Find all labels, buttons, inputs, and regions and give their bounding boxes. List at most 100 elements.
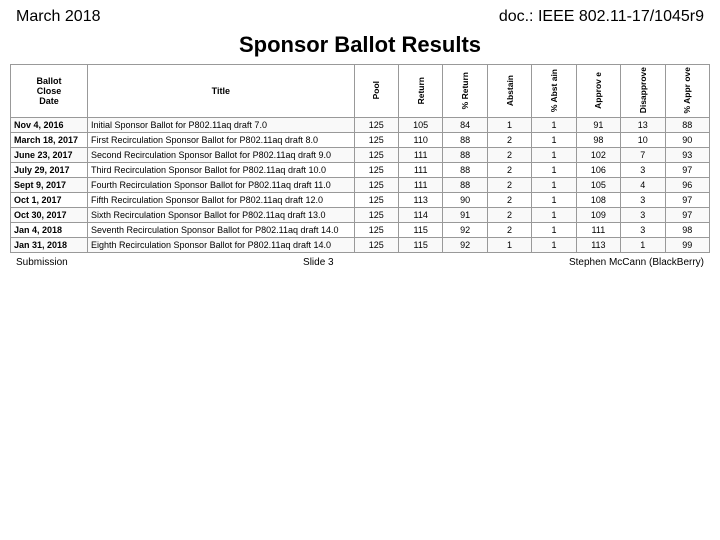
cell-pct_abstain: 1 bbox=[532, 118, 576, 133]
cell-pct_return: 91 bbox=[443, 208, 487, 223]
cell-approve: 111 bbox=[576, 223, 620, 238]
col-header-approve: Approv e bbox=[576, 65, 620, 118]
table-row: Jan 31, 2018Eighth Recirculation Sponsor… bbox=[11, 238, 710, 253]
cell-return: 115 bbox=[398, 223, 442, 238]
cell-title: First Recirculation Sponsor Ballot for P… bbox=[88, 133, 355, 148]
cell-title: Third Recirculation Sponsor Ballot for P… bbox=[88, 163, 355, 178]
cell-pct_return: 92 bbox=[443, 223, 487, 238]
cell-title: Second Recirculation Sponsor Ballot for … bbox=[88, 148, 355, 163]
cell-pct_return: 92 bbox=[443, 238, 487, 253]
cell-pct_abstain: 1 bbox=[532, 238, 576, 253]
cell-return: 111 bbox=[398, 178, 442, 193]
cell-return: 111 bbox=[398, 148, 442, 163]
cell-pct_approve: 97 bbox=[665, 163, 709, 178]
table-row: Nov 4, 2016Initial Sponsor Ballot for P8… bbox=[11, 118, 710, 133]
cell-approve: 106 bbox=[576, 163, 620, 178]
cell-pool: 125 bbox=[354, 163, 398, 178]
cell-pct_approve: 98 bbox=[665, 223, 709, 238]
col-header-pct-return: % Return bbox=[443, 65, 487, 118]
cell-pool: 125 bbox=[354, 193, 398, 208]
cell-title: Seventh Recirculation Sponsor Ballot for… bbox=[88, 223, 355, 238]
cell-disapprove: 3 bbox=[621, 193, 665, 208]
col-header-return: Return bbox=[398, 65, 442, 118]
cell-pct_return: 88 bbox=[443, 133, 487, 148]
cell-disapprove: 10 bbox=[621, 133, 665, 148]
cell-return: 111 bbox=[398, 163, 442, 178]
col-header-pct-approve: % Appr ove bbox=[665, 65, 709, 118]
table-row: Oct 30, 2017Sixth Recirculation Sponsor … bbox=[11, 208, 710, 223]
cell-disapprove: 7 bbox=[621, 148, 665, 163]
cell-approve: 109 bbox=[576, 208, 620, 223]
cell-approve: 102 bbox=[576, 148, 620, 163]
cell-pct_abstain: 1 bbox=[532, 193, 576, 208]
cell-pct_approve: 97 bbox=[665, 193, 709, 208]
col-header-pool: Pool bbox=[354, 65, 398, 118]
footer-author: Stephen McCann (BlackBerry) bbox=[569, 257, 704, 268]
cell-title: Initial Sponsor Ballot for P802.11aq dra… bbox=[88, 118, 355, 133]
cell-pct_abstain: 1 bbox=[532, 178, 576, 193]
cell-approve: 91 bbox=[576, 118, 620, 133]
cell-pct_approve: 97 bbox=[665, 208, 709, 223]
cell-disapprove: 13 bbox=[621, 118, 665, 133]
cell-disapprove: 3 bbox=[621, 163, 665, 178]
cell-abstain: 2 bbox=[487, 133, 531, 148]
cell-disapprove: 4 bbox=[621, 178, 665, 193]
cell-abstain: 1 bbox=[487, 238, 531, 253]
footer-submission: Submission bbox=[16, 257, 68, 268]
cell-return: 110 bbox=[398, 133, 442, 148]
cell-date: Oct 1, 2017 bbox=[11, 193, 88, 208]
cell-pct_approve: 96 bbox=[665, 178, 709, 193]
cell-pct_abstain: 1 bbox=[532, 163, 576, 178]
header-left: March 2018 bbox=[16, 8, 101, 26]
cell-pct_abstain: 1 bbox=[532, 133, 576, 148]
cell-title: Fifth Recirculation Sponsor Ballot for P… bbox=[88, 193, 355, 208]
cell-return: 114 bbox=[398, 208, 442, 223]
cell-abstain: 1 bbox=[487, 118, 531, 133]
table-row: June 23, 2017Second Recirculation Sponso… bbox=[11, 148, 710, 163]
cell-approve: 98 bbox=[576, 133, 620, 148]
cell-pct_approve: 88 bbox=[665, 118, 709, 133]
cell-abstain: 2 bbox=[487, 193, 531, 208]
cell-title: Fourth Recirculation Sponsor Ballot for … bbox=[88, 178, 355, 193]
table-row: Jan 4, 2018Seventh Recirculation Sponsor… bbox=[11, 223, 710, 238]
cell-pct_return: 88 bbox=[443, 148, 487, 163]
header-right: doc.: IEEE 802.11-17/1045r9 bbox=[499, 8, 704, 26]
cell-pct_return: 90 bbox=[443, 193, 487, 208]
table-wrapper: BallotCloseDate Title Pool Return % Retu… bbox=[0, 64, 720, 253]
cell-pct_approve: 90 bbox=[665, 133, 709, 148]
col-header-title: Title bbox=[88, 65, 355, 118]
cell-pct_return: 84 bbox=[443, 118, 487, 133]
cell-return: 105 bbox=[398, 118, 442, 133]
cell-pool: 125 bbox=[354, 133, 398, 148]
cell-abstain: 2 bbox=[487, 223, 531, 238]
cell-approve: 105 bbox=[576, 178, 620, 193]
cell-date: Jan 4, 2018 bbox=[11, 223, 88, 238]
cell-pool: 125 bbox=[354, 118, 398, 133]
cell-disapprove: 3 bbox=[621, 223, 665, 238]
cell-pool: 125 bbox=[354, 208, 398, 223]
cell-pool: 125 bbox=[354, 223, 398, 238]
table-row: July 29, 2017Third Recirculation Sponsor… bbox=[11, 163, 710, 178]
cell-title: Sixth Recirculation Sponsor Ballot for P… bbox=[88, 208, 355, 223]
cell-pool: 125 bbox=[354, 148, 398, 163]
cell-approve: 113 bbox=[576, 238, 620, 253]
cell-date: Nov 4, 2016 bbox=[11, 118, 88, 133]
cell-disapprove: 3 bbox=[621, 208, 665, 223]
cell-return: 115 bbox=[398, 238, 442, 253]
cell-abstain: 2 bbox=[487, 208, 531, 223]
cell-pct_abstain: 1 bbox=[532, 148, 576, 163]
cell-approve: 108 bbox=[576, 193, 620, 208]
cell-pct_return: 88 bbox=[443, 163, 487, 178]
results-table: BallotCloseDate Title Pool Return % Retu… bbox=[10, 64, 710, 253]
col-header-date: BallotCloseDate bbox=[11, 65, 88, 118]
cell-date: June 23, 2017 bbox=[11, 148, 88, 163]
cell-pct_abstain: 1 bbox=[532, 208, 576, 223]
page-title: Sponsor Ballot Results bbox=[0, 32, 720, 58]
cell-return: 113 bbox=[398, 193, 442, 208]
header: March 2018 doc.: IEEE 802.11-17/1045r9 bbox=[0, 0, 720, 30]
cell-pct_abstain: 1 bbox=[532, 223, 576, 238]
cell-title: Eighth Recirculation Sponsor Ballot for … bbox=[88, 238, 355, 253]
cell-pool: 125 bbox=[354, 238, 398, 253]
col-header-disapprove: Disapprove bbox=[621, 65, 665, 118]
cell-disapprove: 1 bbox=[621, 238, 665, 253]
